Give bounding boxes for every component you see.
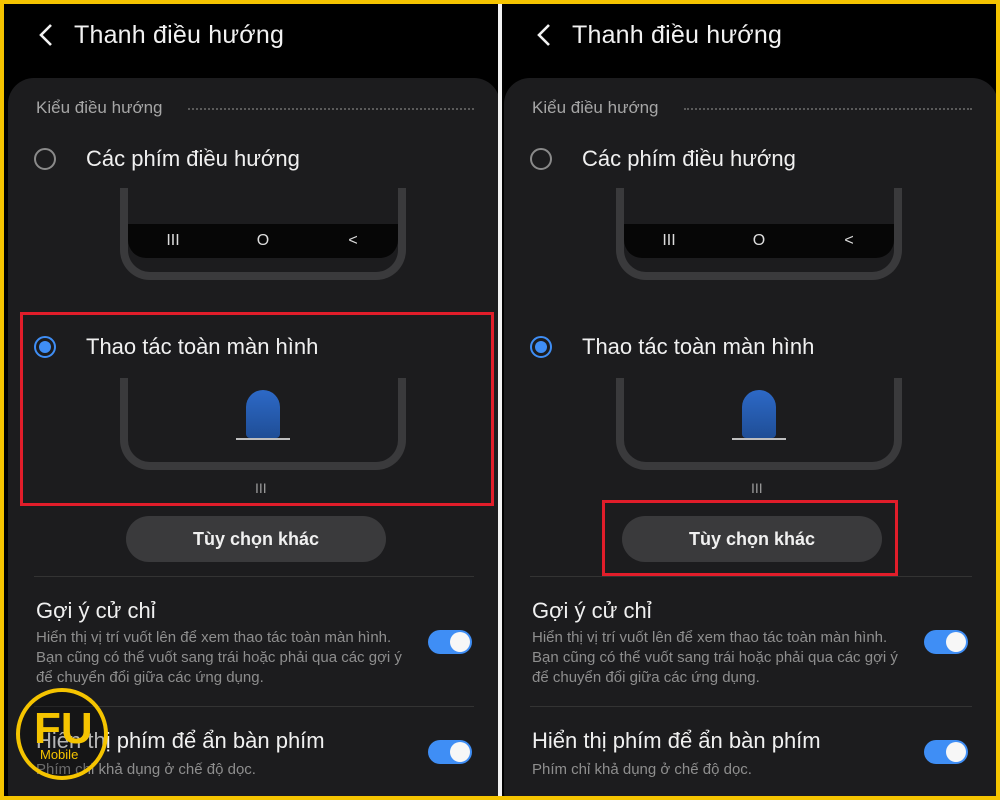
- settings-card: Kiểu điều hướng Các phím điều hướng III …: [504, 78, 996, 796]
- option-fullscreen-gestures[interactable]: Thao tác toàn màn hình: [530, 334, 814, 360]
- back-button[interactable]: [524, 15, 564, 55]
- screenshot-frame: Thanh điều hướng Kiểu điều hướng Các phí…: [4, 4, 996, 796]
- fu-mobile-logo: FU Mobile: [16, 688, 108, 780]
- logo-subtext: Mobile: [40, 747, 79, 762]
- section-label: Kiểu điều hướng: [36, 98, 163, 117]
- gesture-hint-toggle[interactable]: [428, 630, 472, 654]
- option-nav-buttons[interactable]: Các phím điều hướng: [530, 146, 796, 172]
- page-title: Thanh điều hướng: [74, 20, 285, 49]
- gesture-hint-title: Gợi ý cử chỉ: [532, 598, 652, 623]
- back-button[interactable]: [26, 15, 66, 55]
- radio-unchecked[interactable]: [34, 148, 56, 170]
- nav-buttons-preview: III O <: [120, 188, 406, 280]
- section-divider: [684, 108, 972, 110]
- settings-card: Kiểu điều hướng Các phím điều hướng III …: [8, 78, 498, 796]
- show-button-title: Hiển thị phím để ẩn bàn phím: [532, 728, 821, 753]
- finger-icon: [742, 390, 776, 438]
- highlight-box: [602, 500, 898, 576]
- home-icon: O: [256, 232, 270, 249]
- highlight-box: [20, 312, 494, 506]
- more-options-button[interactable]: Tùy chọn khác: [126, 516, 386, 562]
- recent-apps-icon: III: [662, 232, 676, 249]
- divider: [34, 576, 474, 577]
- back-icon: <: [348, 232, 358, 249]
- handle-icon: III: [751, 480, 763, 496]
- divider: [34, 706, 474, 707]
- divider: [530, 576, 972, 577]
- gesture-hint-desc: Hiển thị vị trí vuốt lên để xem thao tác…: [36, 629, 402, 686]
- section-label: Kiểu điều hướng: [532, 98, 659, 117]
- show-button-desc: Phím chỉ khả dụng ở chế độ dọc.: [532, 761, 752, 778]
- navbar-preview: III O <: [128, 224, 398, 258]
- home-icon: O: [752, 232, 766, 249]
- page-title: Thanh điều hướng: [572, 20, 783, 49]
- show-button-toggle[interactable]: [924, 740, 968, 764]
- right-screen: Thanh điều hướng Kiểu điều hướng Các phí…: [498, 4, 996, 796]
- app-bar: Thanh điều hướng: [502, 4, 996, 66]
- app-bar: Thanh điều hướng: [4, 4, 498, 66]
- radio-checked[interactable]: [530, 336, 552, 358]
- show-button-toggle[interactable]: [428, 740, 472, 764]
- gesture-hint-desc: Hiển thị vị trí vuốt lên để xem thao tác…: [532, 629, 898, 686]
- option-nav-buttons[interactable]: Các phím điều hướng: [34, 146, 300, 172]
- nav-buttons-preview: III O <: [616, 188, 902, 280]
- chevron-left-icon: [39, 24, 52, 46]
- navbar-preview: III O <: [624, 224, 894, 258]
- recent-apps-icon: III: [166, 232, 180, 249]
- divider: [530, 706, 972, 707]
- section-divider: [188, 108, 474, 110]
- option-label: Các phím điều hướng: [86, 146, 300, 171]
- back-icon: <: [844, 232, 854, 249]
- gesture-hint-title: Gợi ý cử chỉ: [36, 598, 156, 623]
- gesture-preview: [616, 378, 902, 470]
- left-screen: Thanh điều hướng Kiểu điều hướng Các phí…: [4, 4, 498, 796]
- swipe-line: [732, 438, 786, 440]
- gesture-hint-toggle[interactable]: [924, 630, 968, 654]
- radio-unchecked[interactable]: [530, 148, 552, 170]
- chevron-left-icon: [537, 24, 550, 46]
- option-label: Thao tác toàn màn hình: [582, 334, 815, 359]
- option-label: Các phím điều hướng: [582, 146, 796, 171]
